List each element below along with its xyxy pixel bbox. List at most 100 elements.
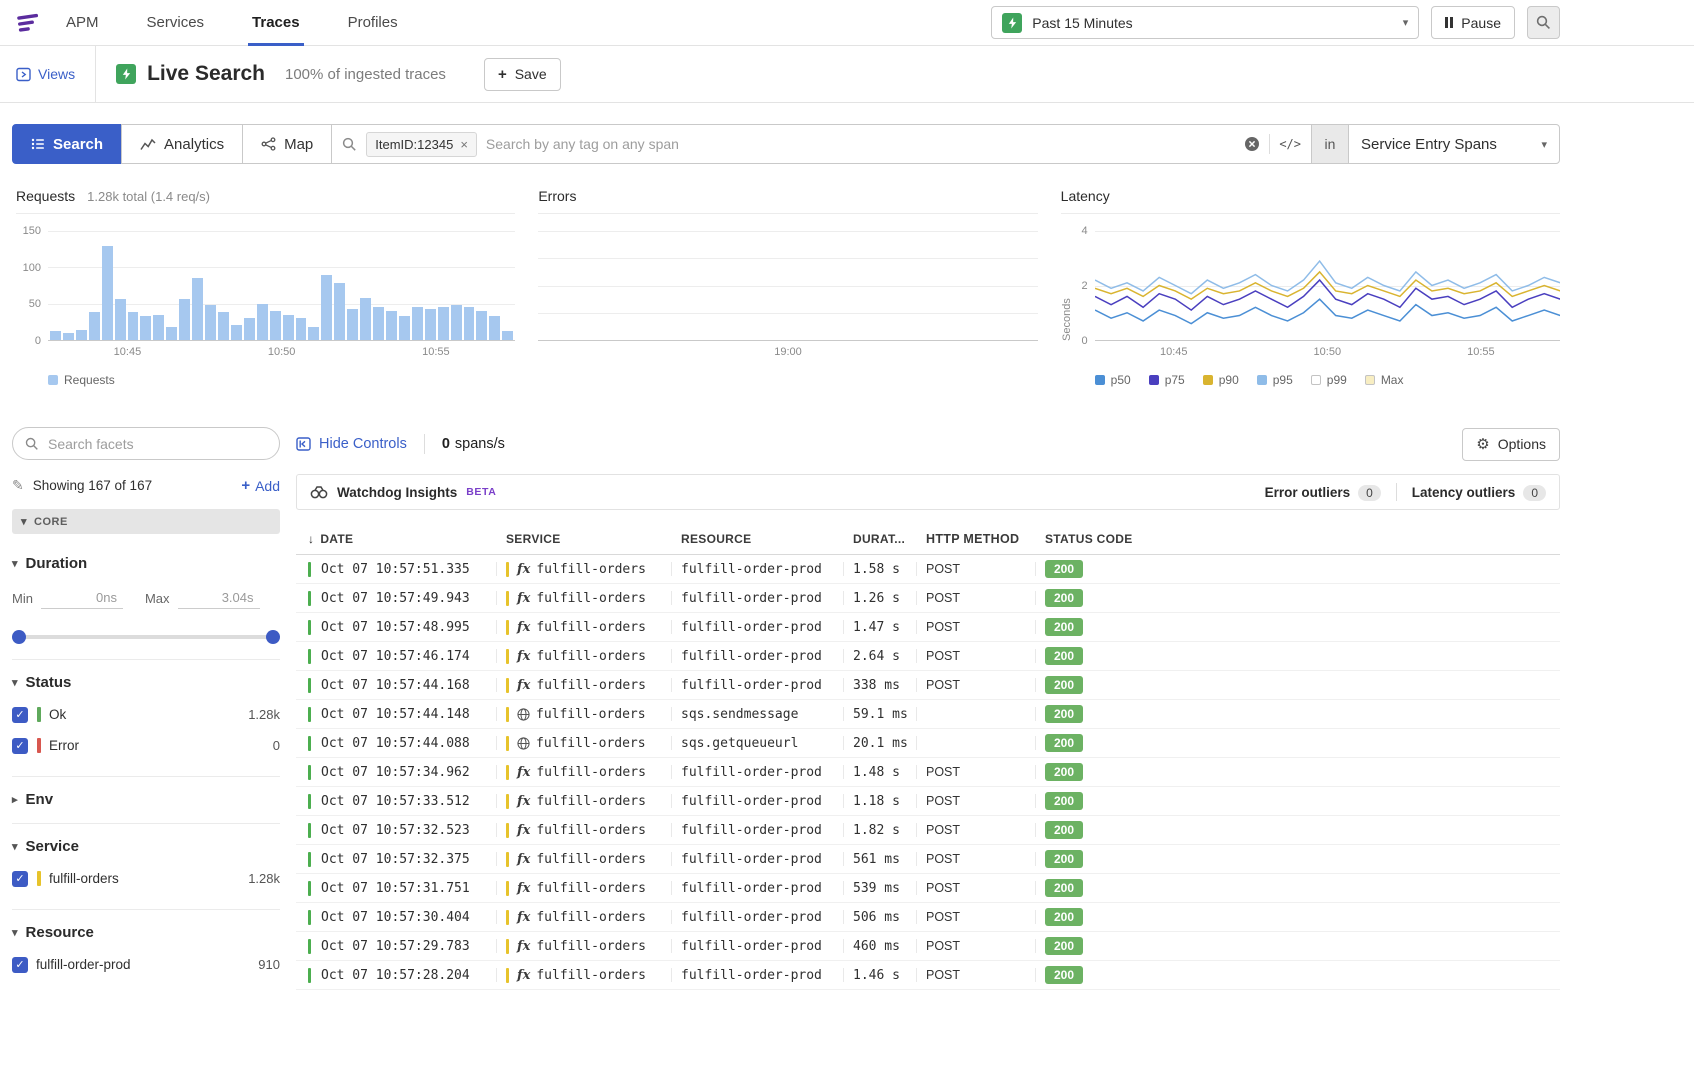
column-header-status-code[interactable]: STATUS CODE — [1035, 524, 1560, 554]
request-bar[interactable] — [270, 311, 281, 340]
request-bar[interactable] — [399, 316, 410, 340]
watchdog-insights-bar[interactable]: Watchdog Insights BETA Error outliers0 L… — [296, 474, 1560, 510]
table-row[interactable]: Oct 07 10:57:31.751 fx fulfill-orders fu… — [296, 874, 1560, 903]
checkbox-checked[interactable]: ✓ — [12, 871, 28, 887]
table-row[interactable]: Oct 07 10:57:33.512 fx fulfill-orders fu… — [296, 787, 1560, 816]
legend-item-max[interactable]: Max — [1365, 373, 1404, 387]
table-row[interactable]: Oct 07 10:57:49.943 fx fulfill-orders fu… — [296, 584, 1560, 613]
request-bar[interactable] — [50, 331, 61, 340]
add-facet-button[interactable]: +Add — [241, 477, 280, 494]
request-bar[interactable] — [89, 312, 100, 340]
request-bar[interactable] — [231, 325, 242, 340]
request-bar[interactable] — [489, 316, 500, 340]
table-row[interactable]: Oct 07 10:57:44.148 fx fulfill-orders sq… — [296, 700, 1560, 729]
legend-item-requests[interactable]: Requests — [48, 373, 115, 387]
save-button[interactable]: + Save — [484, 58, 561, 91]
request-bar[interactable] — [296, 318, 307, 340]
request-bar[interactable] — [308, 327, 319, 340]
code-syntax-icon[interactable]: </> — [1279, 137, 1301, 151]
column-header-duration[interactable]: DURAT... — [843, 524, 916, 554]
duration-slider[interactable] — [14, 630, 278, 644]
facet-item-error[interactable]: ✓ Error 0 — [12, 730, 280, 761]
request-bar[interactable] — [476, 311, 487, 340]
facet-search-box[interactable] — [12, 427, 280, 460]
legend-item-p75[interactable]: p75 — [1149, 373, 1185, 387]
nav-tab-traces[interactable]: Traces — [248, 0, 304, 46]
request-bar[interactable] — [218, 312, 229, 340]
request-bar[interactable] — [140, 316, 151, 340]
clear-search-icon[interactable] — [1244, 136, 1260, 152]
request-bar[interactable] — [373, 307, 384, 340]
request-bar[interactable] — [166, 327, 177, 340]
request-bar[interactable] — [283, 315, 294, 340]
request-bar[interactable] — [76, 330, 87, 340]
legend-item-p90[interactable]: p90 — [1203, 373, 1239, 387]
request-bar[interactable] — [347, 309, 358, 340]
facet-search-input[interactable] — [48, 436, 267, 452]
request-bar[interactable] — [102, 246, 113, 340]
table-row[interactable]: Oct 07 10:57:51.335 fx fulfill-orders fu… — [296, 555, 1560, 584]
request-bar[interactable] — [205, 305, 216, 340]
trace-search-bar[interactable]: ItemID:12345 × </> — [331, 124, 1312, 164]
nav-tab-apm[interactable]: APM — [62, 0, 103, 46]
duration-section-header[interactable]: ▾ Duration — [12, 555, 280, 572]
request-bar[interactable] — [502, 331, 513, 340]
legend-item-p99[interactable]: p99 — [1311, 373, 1347, 387]
checkbox-checked[interactable]: ✓ — [12, 738, 28, 754]
slider-handle-min[interactable] — [12, 630, 26, 644]
span-scope-dropdown[interactable]: Service Entry Spans ▾ — [1348, 124, 1560, 164]
latency-outliers[interactable]: Latency outliers0 — [1412, 485, 1546, 500]
request-bar[interactable] — [386, 311, 397, 340]
request-bar[interactable] — [451, 305, 462, 340]
options-button[interactable]: ⚙ Options — [1462, 428, 1560, 461]
table-row[interactable]: Oct 07 10:57:32.523 fx fulfill-orders fu… — [296, 816, 1560, 845]
table-row[interactable]: Oct 07 10:57:44.168 fx fulfill-orders fu… — [296, 671, 1560, 700]
column-header-http-method[interactable]: HTTP METHOD — [916, 524, 1035, 554]
column-header-service[interactable]: SERVICE — [496, 524, 671, 554]
request-bar[interactable] — [334, 283, 345, 340]
request-bar[interactable] — [63, 333, 74, 340]
table-row[interactable]: Oct 07 10:57:28.204 fx fulfill-orders fu… — [296, 961, 1560, 990]
env-section-header[interactable]: ▸ Env — [12, 791, 280, 808]
facet-item-ok[interactable]: ✓ Ok 1.28k — [12, 699, 280, 730]
request-bar[interactable] — [153, 315, 164, 340]
request-bar[interactable] — [244, 318, 255, 340]
duration-max-input[interactable] — [178, 587, 260, 609]
mode-tab-analytics[interactable]: Analytics — [121, 124, 243, 164]
legend-item-p95[interactable]: p95 — [1257, 373, 1293, 387]
table-row[interactable]: Oct 07 10:57:44.088 fx fulfill-orders sq… — [296, 729, 1560, 758]
checkbox-checked[interactable]: ✓ — [12, 707, 28, 723]
request-bar[interactable] — [128, 312, 139, 340]
facet-item-fulfill-orders[interactable]: ✓ fulfill-orders 1.28k — [12, 863, 280, 894]
mode-tab-map[interactable]: Map — [242, 124, 332, 164]
views-button[interactable]: Views — [16, 66, 75, 82]
request-bar[interactable] — [464, 307, 475, 340]
table-row[interactable]: Oct 07 10:57:46.174 fx fulfill-orders fu… — [296, 642, 1560, 671]
request-bar[interactable] — [412, 307, 423, 340]
facet-item-fulfill-order-prod[interactable]: ✓ fulfill-order-prod 910 — [12, 949, 280, 980]
service-section-header[interactable]: ▾ Service — [12, 838, 280, 855]
mode-tab-search[interactable]: Search — [12, 124, 122, 164]
request-bar[interactable] — [438, 307, 449, 340]
slider-handle-max[interactable] — [266, 630, 280, 644]
column-header-date[interactable]: ↓DATE — [296, 524, 496, 554]
request-bar[interactable] — [321, 275, 332, 340]
column-header-resource[interactable]: RESOURCE — [671, 524, 843, 554]
table-row[interactable]: Oct 07 10:57:34.962 fx fulfill-orders fu… — [296, 758, 1560, 787]
resource-section-header[interactable]: ▾ Resource — [12, 924, 280, 941]
duration-min-input[interactable] — [41, 587, 123, 609]
request-bar[interactable] — [360, 298, 371, 340]
legend-item-p50[interactable]: p50 — [1095, 373, 1131, 387]
time-range-selector[interactable]: Past 15 Minutes ▾ — [991, 6, 1419, 39]
request-bar[interactable] — [257, 304, 268, 340]
core-group-header[interactable]: ▾ CORE — [12, 509, 280, 534]
request-bar[interactable] — [192, 278, 203, 340]
search-input[interactable] — [486, 136, 1235, 152]
request-bar[interactable] — [115, 299, 126, 340]
nav-tab-profiles[interactable]: Profiles — [344, 0, 402, 46]
table-row[interactable]: Oct 07 10:57:48.995 fx fulfill-orders fu… — [296, 613, 1560, 642]
request-bar[interactable] — [425, 309, 436, 340]
hide-controls-button[interactable]: Hide Controls — [296, 436, 407, 452]
checkbox-checked[interactable]: ✓ — [12, 957, 28, 973]
error-outliers[interactable]: Error outliers0 — [1265, 485, 1381, 500]
